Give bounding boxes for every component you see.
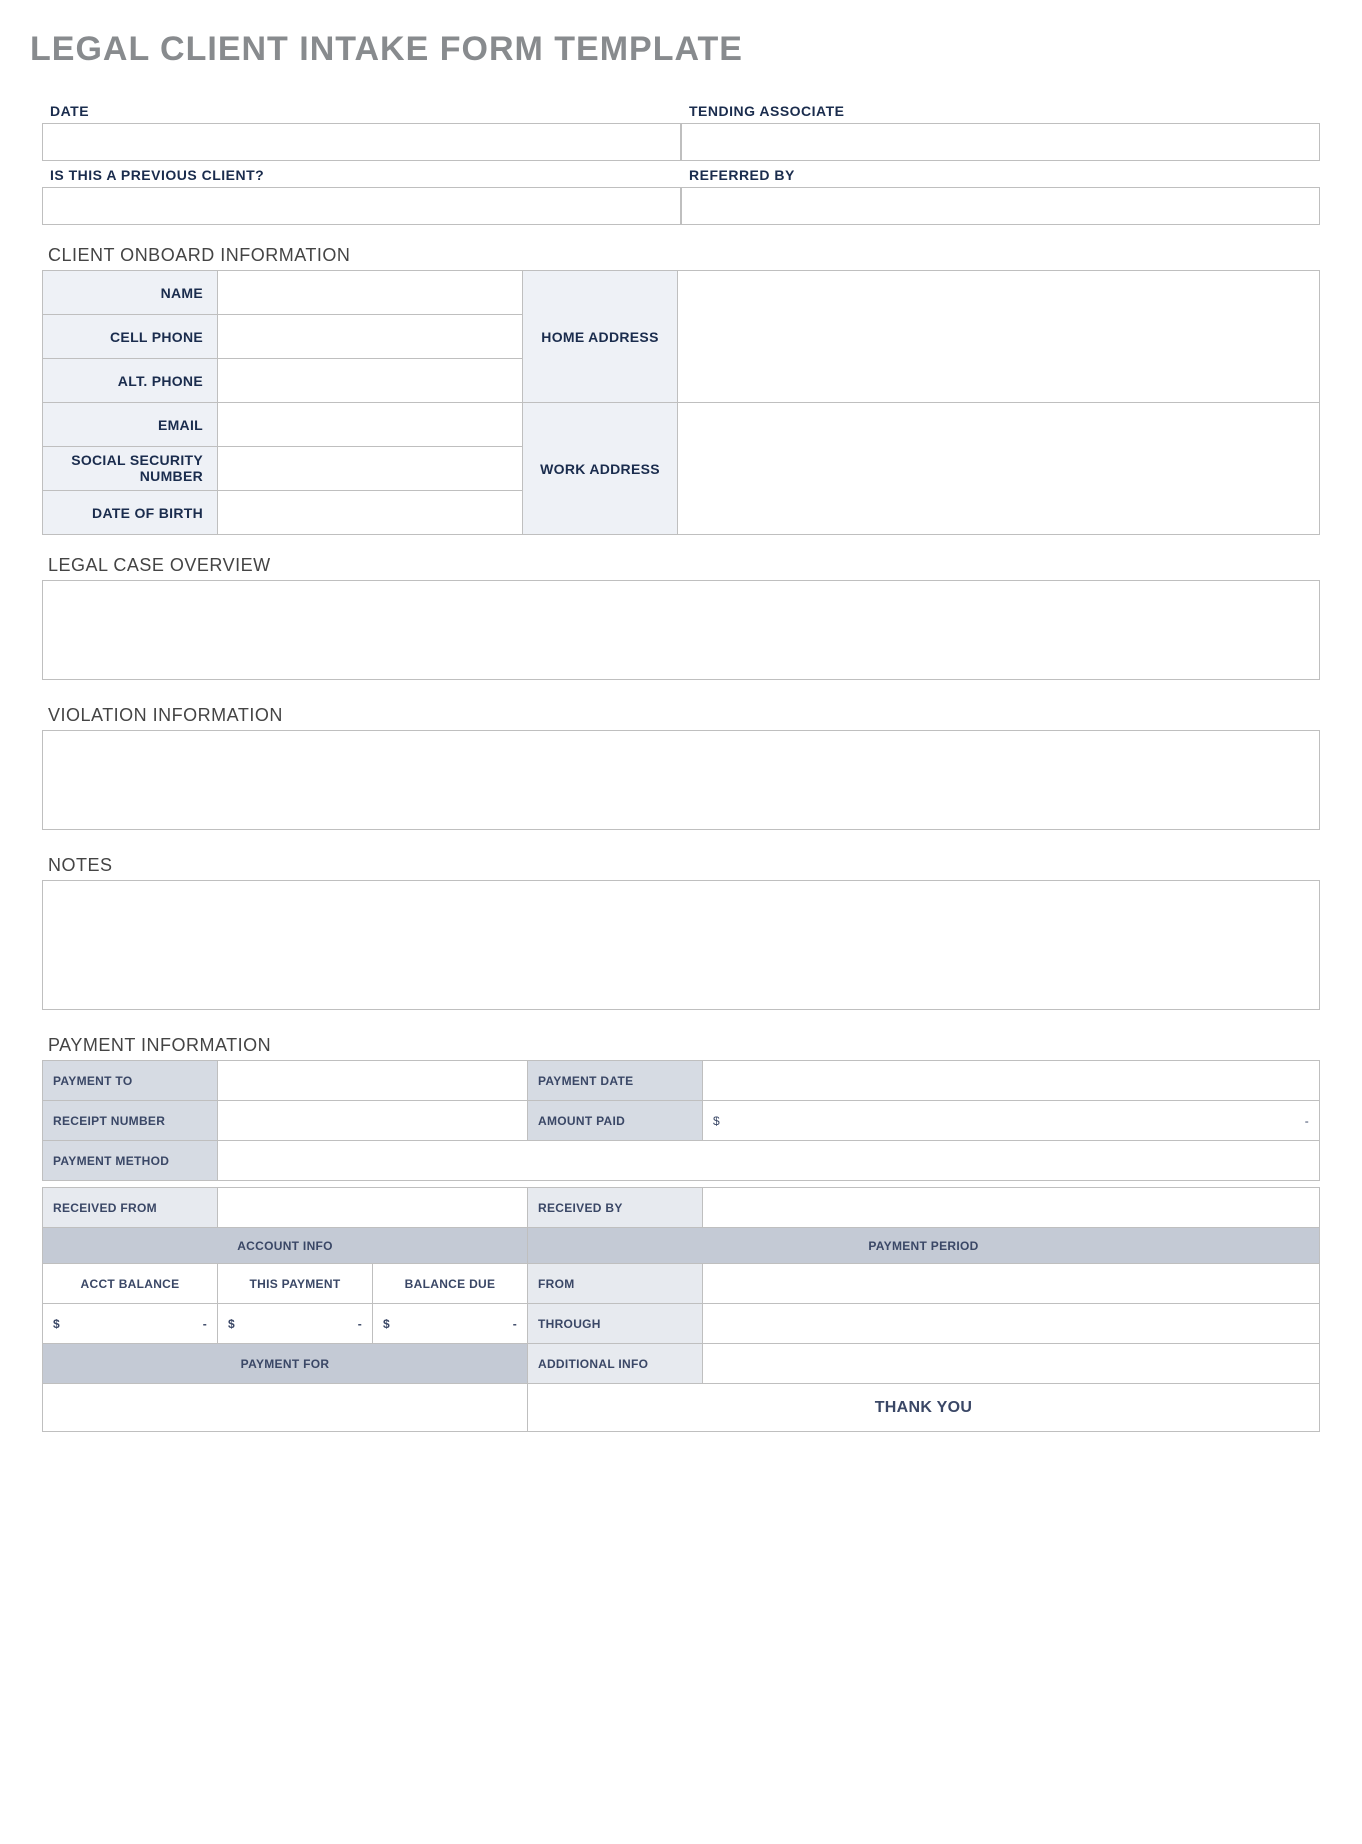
referred-by-label: REFERRED BY [681, 161, 1320, 187]
additional-info-input[interactable] [703, 1344, 1320, 1384]
payment-method-input[interactable] [218, 1141, 1320, 1181]
payment-section: PAYMENT INFORMATION PAYMENT TO PAYMENT D… [42, 1023, 1320, 1432]
this-payment-currency: $ [228, 1317, 235, 1331]
from-input[interactable] [703, 1264, 1320, 1304]
name-input[interactable] [218, 271, 523, 315]
onboard-heading: CLIENT ONBOARD INFORMATION [42, 233, 1320, 270]
work-address-label: WORK ADDRESS [523, 403, 678, 535]
previous-client-input[interactable] [42, 187, 681, 225]
violation-input[interactable] [42, 730, 1320, 830]
page-title: LEGAL CLIENT INTAKE FORM TEMPLATE [30, 30, 1332, 69]
balance-due-dash: - [513, 1317, 517, 1331]
thank-you: THANK YOU [528, 1384, 1320, 1432]
associate-input[interactable] [681, 123, 1320, 161]
acct-balance-label: ACCT BALANCE [43, 1264, 218, 1304]
violation-heading: VIOLATION INFORMATION [42, 693, 1320, 730]
violation-section: VIOLATION INFORMATION [42, 693, 1320, 835]
alt-phone-input[interactable] [218, 359, 523, 403]
payment-for-label: PAYMENT FOR [43, 1344, 528, 1384]
associate-label: TENDING ASSOCIATE [681, 97, 1320, 123]
through-input[interactable] [703, 1304, 1320, 1344]
receipt-number-label: RECEIPT NUMBER [43, 1101, 218, 1141]
referred-by-input[interactable] [681, 187, 1320, 225]
payment-for-input[interactable] [43, 1384, 528, 1432]
received-from-label: RECEIVED FROM [43, 1188, 218, 1228]
dob-label: DATE OF BIRTH [43, 491, 218, 535]
overview-heading: LEGAL CASE OVERVIEW [42, 543, 1320, 580]
notes-section: NOTES [42, 843, 1320, 1015]
onboard-section: CLIENT ONBOARD INFORMATION NAME HOME ADD… [42, 233, 1320, 535]
header-section: DATE TENDING ASSOCIATE IS THIS A PREVIOU… [42, 97, 1320, 225]
cell-phone-label: CELL PHONE [43, 315, 218, 359]
received-from-input[interactable] [218, 1188, 528, 1228]
payment-to-input[interactable] [218, 1061, 528, 1101]
cell-phone-input[interactable] [218, 315, 523, 359]
payment-period-header: PAYMENT PERIOD [528, 1228, 1320, 1264]
alt-phone-label: ALT. PHONE [43, 359, 218, 403]
name-label: NAME [43, 271, 218, 315]
this-payment-dash: - [358, 1317, 362, 1331]
overview-section: LEGAL CASE OVERVIEW [42, 543, 1320, 685]
account-info-header: ACCOUNT INFO [43, 1228, 528, 1264]
this-payment-label: THIS PAYMENT [218, 1264, 373, 1304]
balance-due-value[interactable]: $ - [373, 1304, 528, 1344]
received-by-input[interactable] [703, 1188, 1320, 1228]
work-address-input[interactable] [678, 403, 1320, 535]
previous-client-label: IS THIS A PREVIOUS CLIENT? [42, 161, 681, 187]
balance-due-currency: $ [383, 1317, 390, 1331]
amount-paid-dash: - [1305, 1114, 1309, 1128]
acct-balance-currency: $ [53, 1317, 60, 1331]
payment-heading: PAYMENT INFORMATION [42, 1023, 1320, 1060]
email-input[interactable] [218, 403, 523, 447]
notes-heading: NOTES [42, 843, 1320, 880]
date-label: DATE [42, 97, 681, 123]
additional-info-label: ADDITIONAL INFO [528, 1344, 703, 1384]
payment-to-label: PAYMENT TO [43, 1061, 218, 1101]
notes-input[interactable] [42, 880, 1320, 1010]
receipt-number-input[interactable] [218, 1101, 528, 1141]
received-by-label: RECEIVED BY [528, 1188, 703, 1228]
amount-paid-currency: $ [713, 1114, 720, 1128]
acct-balance-value[interactable]: $ - [43, 1304, 218, 1344]
payment-date-label: PAYMENT DATE [528, 1061, 703, 1101]
through-label: THROUGH [528, 1304, 703, 1344]
overview-input[interactable] [42, 580, 1320, 680]
amount-paid-value[interactable]: $ - [703, 1101, 1320, 1141]
ssn-label: SOCIAL SECURITY NUMBER [43, 447, 218, 491]
balance-due-label: BALANCE DUE [373, 1264, 528, 1304]
dob-input[interactable] [218, 491, 523, 535]
this-payment-value[interactable]: $ - [218, 1304, 373, 1344]
acct-balance-dash: - [203, 1317, 207, 1331]
date-input[interactable] [42, 123, 681, 161]
payment-method-label: PAYMENT METHOD [43, 1141, 218, 1181]
home-address-label: HOME ADDRESS [523, 271, 678, 403]
payment-date-input[interactable] [703, 1061, 1320, 1101]
ssn-input[interactable] [218, 447, 523, 491]
email-label: EMAIL [43, 403, 218, 447]
from-label: FROM [528, 1264, 703, 1304]
home-address-input[interactable] [678, 271, 1320, 403]
amount-paid-label: AMOUNT PAID [528, 1101, 703, 1141]
